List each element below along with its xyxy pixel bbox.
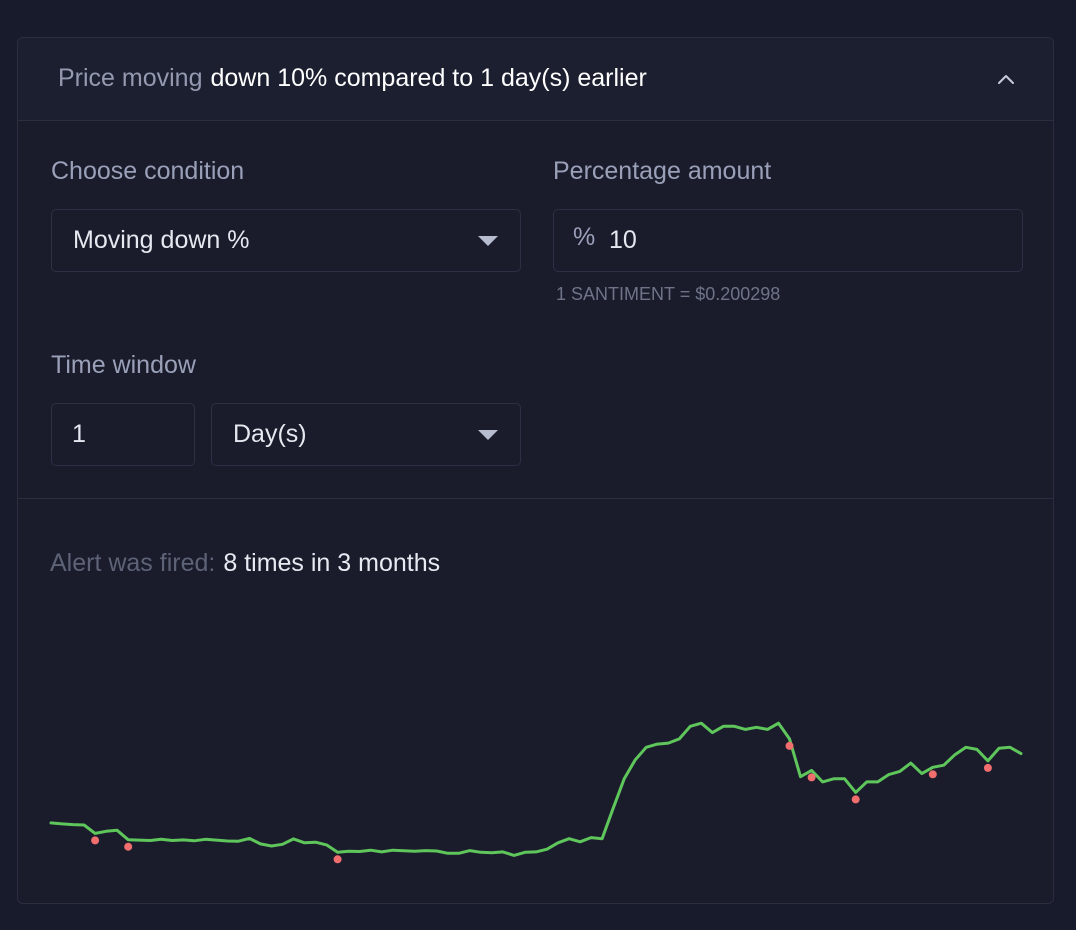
alert-type-label: Price moving (58, 64, 203, 92)
section-divider (18, 498, 1053, 499)
time-window-amount-input[interactable] (72, 414, 172, 454)
fired-marker[interactable] (851, 795, 860, 804)
fired-marker[interactable] (124, 842, 133, 851)
fired-marker[interactable] (91, 836, 100, 845)
chevron-down-icon (478, 236, 498, 246)
condition-value: Moving down % (73, 226, 250, 254)
fired-label: Alert was fired: (50, 549, 216, 577)
fired-summary: Alert was fired: 8 times in 3 months (50, 548, 440, 578)
fired-value: 8 times in 3 months (223, 549, 441, 577)
alert-settings-card: Price moving down 10% compared to 1 day(s… (17, 37, 1054, 904)
condition-dropdown[interactable]: Moving down % (51, 209, 521, 272)
time-window-amount-field[interactable] (51, 403, 195, 466)
fired-marker[interactable] (333, 855, 342, 864)
alert-summary: Price moving down 10% compared to 1 day(s… (58, 63, 647, 93)
price-hint: 1 SANTIMENT = $0.200298 (556, 284, 781, 304)
chevron-up-icon[interactable] (993, 66, 1019, 92)
time-window-label: Time window (51, 351, 196, 379)
card-header[interactable]: Price moving down 10% compared to 1 day(s… (18, 38, 1053, 121)
fired-marker[interactable] (807, 773, 816, 782)
fired-markers (91, 741, 992, 864)
condition-label: Choose condition (51, 157, 245, 185)
time-window-unit-dropdown[interactable]: Day(s) (211, 403, 521, 466)
percentage-label: Percentage amount (553, 157, 772, 185)
fired-marker[interactable] (928, 770, 937, 779)
alert-description: down 10% compared to 1 day(s) earlier (210, 64, 647, 92)
percent-prefix: % (573, 223, 596, 251)
fired-marker[interactable] (785, 741, 794, 750)
price-history-chart (49, 721, 1023, 864)
fired-marker[interactable] (983, 763, 992, 772)
percentage-input[interactable] (609, 220, 909, 260)
time-window-unit-value: Day(s) (233, 420, 307, 448)
percentage-field[interactable]: % (553, 209, 1023, 272)
price-line (49, 721, 1023, 857)
chevron-down-icon (478, 430, 498, 440)
